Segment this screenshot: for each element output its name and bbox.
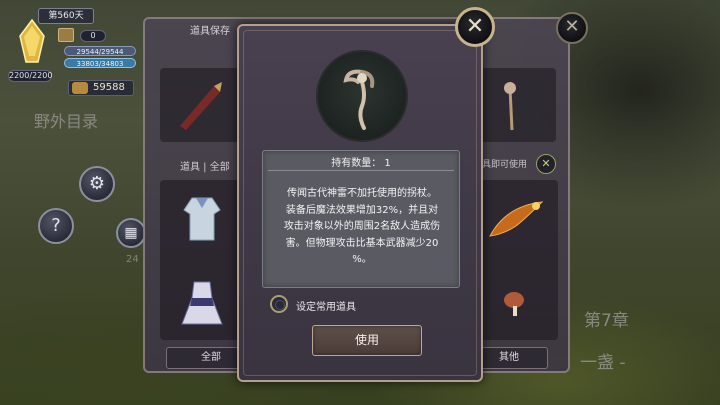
quantity-label: 持有数量： <box>331 158 382 169</box>
storage-title: 道具保存 <box>190 26 230 37</box>
staff-item-icon <box>343 69 375 130</box>
gold-coin-icon <box>72 82 88 94</box>
preview-slot-right <box>476 68 556 142</box>
hp-display: 2200/2200 <box>8 70 53 82</box>
gear-icon[interactable]: ⚙ <box>79 166 115 202</box>
dress-item-icon[interactable] <box>180 280 224 328</box>
favorite-label: 设定常用道具 <box>296 302 356 313</box>
item-grid-right <box>476 180 558 340</box>
counter-display: 0 <box>80 30 106 42</box>
stat-bar-2: 33803/34803 <box>64 58 136 68</box>
description-divider <box>268 170 454 171</box>
item-description: 传闻古代神雷不加托使用的拐杖。 装备后魔法效果增加32%，并且对 攻击对象以外的… <box>283 188 441 265</box>
equip-hint: 具即可使用 <box>482 160 528 170</box>
robe-item-icon[interactable] <box>180 194 224 244</box>
filter-tabs[interactable]: 道具 | 全部 <box>160 160 242 176</box>
favorite-toggle[interactable] <box>270 295 288 313</box>
meat-item-icon[interactable] <box>500 288 530 318</box>
use-button[interactable]: 使用 <box>312 325 422 356</box>
item-portrait <box>316 50 408 142</box>
staff-sprite-icon <box>504 82 516 131</box>
stat-bar-1: 29544/29544 <box>64 46 136 56</box>
close-icon[interactable]: ✕ <box>455 7 495 47</box>
dragon-weapon-icon[interactable] <box>486 196 548 246</box>
item-grid-left <box>160 180 242 340</box>
quantity-value: 1 <box>384 158 391 169</box>
calculator-icon[interactable]: ▦ <box>116 218 146 248</box>
crystal-icon <box>19 18 45 63</box>
bag-icon[interactable] <box>58 28 74 42</box>
close-icon[interactable]: ✕ <box>556 12 588 44</box>
preview-slot-left <box>160 68 240 142</box>
weapon-sprite-icon <box>180 82 222 130</box>
close-icon[interactable]: ✕ <box>536 154 556 174</box>
quantity-row: 持有数量： 1 <box>262 154 460 169</box>
help-icon[interactable]: ? <box>38 208 74 244</box>
